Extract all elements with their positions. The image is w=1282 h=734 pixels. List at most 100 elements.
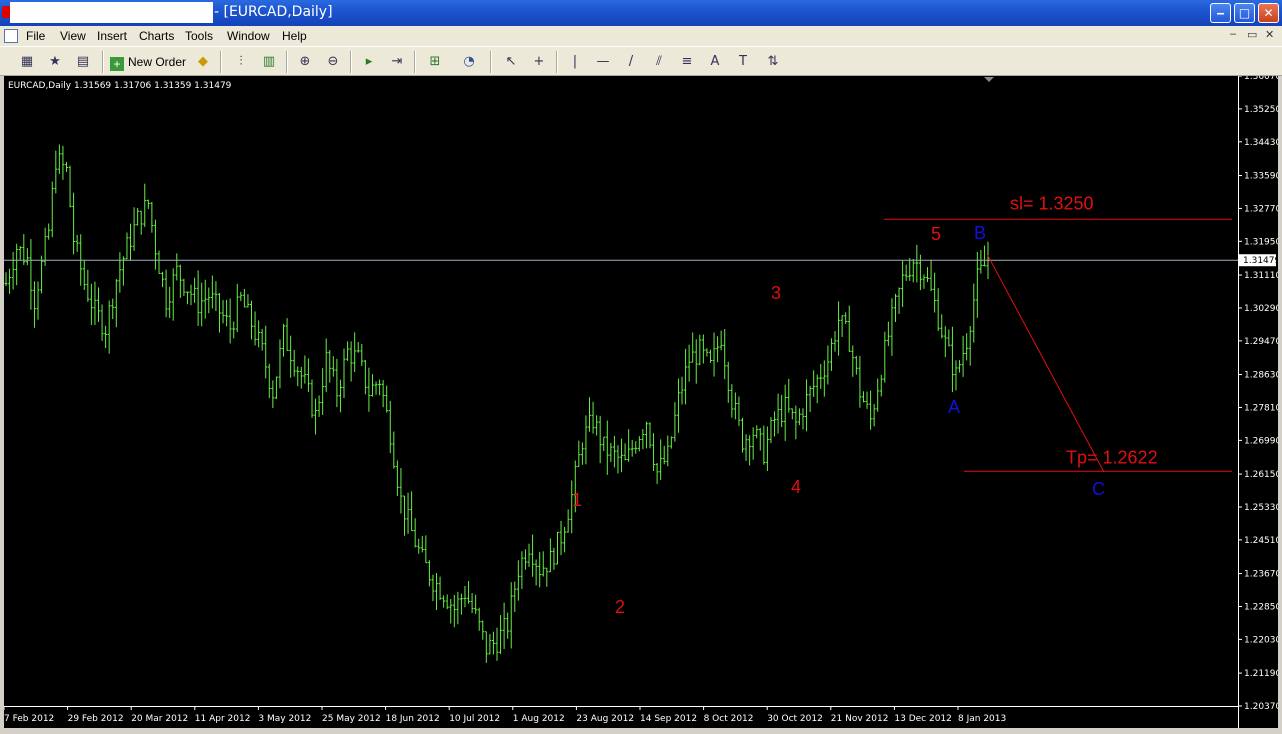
candlestick-icon[interactable]: ▥	[258, 52, 280, 72]
current-price-label: 1.31479	[1243, 256, 1278, 266]
toolbar-separator	[350, 51, 352, 73]
equidistant-channel-icon[interactable]: ⫽	[648, 52, 670, 72]
title-bar: - [EURCAD,Daily] ‒ □ ✕	[0, 0, 1282, 26]
maximize-button[interactable]: □	[1234, 3, 1255, 23]
new-chart-icon[interactable]: ▦	[16, 52, 38, 72]
y-tick-label: 1.21190	[1244, 669, 1278, 679]
text-label-icon[interactable]: T	[732, 52, 754, 72]
title-redaction	[10, 2, 213, 23]
wave-label-A: A	[948, 397, 960, 417]
wave-label-3: 3	[771, 283, 781, 303]
toolbar-separator	[286, 51, 288, 73]
arrows-icon[interactable]: ⇅	[762, 52, 784, 72]
y-tick-label: 1.22850	[1244, 602, 1278, 612]
x-tick-label: 20 Mar 2012	[131, 714, 188, 724]
y-tick-label: 1.26990	[1244, 436, 1278, 446]
new-order-icon: +	[110, 57, 124, 71]
x-tick-label: 8 Oct 2012	[704, 714, 754, 724]
toolbar-separator	[414, 51, 416, 73]
x-tick-label: 21 Nov 2012	[831, 714, 889, 724]
zoom-out-icon[interactable]: ⊖	[322, 52, 344, 72]
mdi-minimize-button[interactable]: –	[1230, 28, 1236, 40]
projection-trendline	[986, 253, 1105, 473]
indicators-icon[interactable]: ⊞	[424, 52, 446, 72]
x-tick-label: 30 Oct 2012	[767, 714, 823, 724]
y-tick-label: 1.33590	[1244, 172, 1278, 182]
menu-window[interactable]: Window	[227, 29, 270, 43]
x-tick-label: 7 Feb 2012	[4, 714, 54, 724]
x-tick-label: 11 Apr 2012	[195, 714, 251, 724]
new-order-label: New Order	[128, 55, 187, 69]
menu-charts[interactable]: Charts	[139, 29, 174, 43]
chart-window[interactable]: 1.36070 1.35250 1.34430 1.33590 1.32770 1.319…	[4, 76, 1278, 728]
document-icon[interactable]	[4, 29, 18, 43]
new-order-button[interactable]: + New Order	[110, 52, 186, 72]
toolbar-separator	[102, 51, 104, 73]
trendline-icon[interactable]: /	[620, 52, 642, 72]
wave-label-1: 1	[572, 490, 582, 510]
menu-tools[interactable]: Tools	[185, 29, 213, 43]
wave-label-C: C	[1092, 479, 1105, 499]
y-tick-label: 1.22030	[1244, 635, 1278, 645]
crosshair-icon[interactable]: +	[528, 52, 550, 72]
x-tick-label: 3 May 2012	[258, 714, 311, 724]
menu-file[interactable]: File	[26, 29, 45, 43]
profiles-icon[interactable]: ★	[44, 52, 66, 72]
mdi-close-button[interactable]: ✕	[1265, 28, 1274, 41]
menu-bar: File View Insert Charts Tools Window Hel…	[0, 26, 1282, 46]
x-tick-label: 10 Jul 2012	[449, 714, 500, 724]
toolbar-separator	[556, 51, 558, 73]
x-tick-label: 18 Jun 2012	[386, 714, 440, 724]
window-title: - [EURCAD,Daily]	[214, 4, 333, 20]
price-chart[interactable]: 1.36070 1.35250 1.34430 1.33590 1.32770 1.319…	[4, 76, 1278, 728]
y-tick-label: 1.28630	[1244, 371, 1278, 381]
autotrading-warning-icon[interactable]: ◆	[192, 52, 214, 72]
y-tick-label: 1.32770	[1244, 204, 1278, 214]
close-button[interactable]: ✕	[1258, 3, 1279, 23]
fibonacci-icon[interactable]: ≡	[676, 52, 698, 72]
x-tick-label: 14 Sep 2012	[640, 714, 697, 724]
autoscroll-icon[interactable]: ⇥	[386, 52, 408, 72]
x-tick-label: 8 Jan 2013	[958, 714, 1006, 724]
chart-shift-marker	[984, 77, 994, 82]
y-tick-label: 1.31950	[1244, 237, 1278, 247]
wave-label-4: 4	[791, 477, 801, 497]
x-tick-label: 13 Dec 2012	[894, 714, 952, 724]
toolbar: ▦ ★ ▤ + New Order ◆ ⫶ ▥ ⊕ ⊖ ▸ ⇥ ⊞ ◔ ↖ + |…	[0, 46, 1282, 115]
y-tick-label: 1.20370	[1244, 702, 1278, 712]
wave-label-2: 2	[615, 597, 625, 617]
y-tick-label: 1.31110	[1244, 271, 1278, 281]
x-tick-label: 29 Feb 2012	[68, 714, 124, 724]
x-tick-label: 23 Aug 2012	[576, 714, 634, 724]
market-watch-icon[interactable]: ▤	[72, 52, 94, 72]
y-tick-label: 1.29470	[1244, 337, 1278, 347]
toolbar-separator	[490, 51, 492, 73]
menu-view[interactable]: View	[60, 29, 86, 43]
y-tick-label: 1.26150	[1244, 470, 1278, 480]
horizontal-line-icon[interactable]: —	[592, 52, 614, 72]
mdi-restore-button[interactable]: ▭	[1247, 28, 1257, 41]
y-tick-label: 1.27810	[1244, 403, 1278, 413]
zoom-in-icon[interactable]: ⊕	[294, 52, 316, 72]
text-icon[interactable]: A	[704, 52, 726, 72]
take-profit-label: Tp= 1.2622	[1066, 447, 1158, 467]
x-tick-label: 25 May 2012	[322, 714, 381, 724]
y-tick-label: 1.34430	[1244, 138, 1278, 148]
stop-loss-label: sl= 1.3250	[1010, 193, 1094, 213]
y-tick-label: 1.23670	[1244, 570, 1278, 580]
wave-label-B: B	[974, 223, 986, 243]
menu-insert[interactable]: Insert	[97, 29, 127, 43]
bar-chart-icon[interactable]: ⫶	[230, 52, 252, 72]
toolbar-separator	[220, 51, 222, 73]
chart-shift-icon[interactable]: ▸	[358, 52, 380, 72]
periods-icon[interactable]: ◔	[458, 52, 480, 72]
y-tick-label: 1.25330	[1244, 503, 1278, 513]
wave-label-5: 5	[931, 224, 941, 244]
y-tick-label: 1.24510	[1244, 536, 1278, 546]
y-tick-label: 1.30290	[1244, 304, 1278, 314]
vertical-line-icon[interactable]: |	[564, 52, 586, 72]
minimize-button[interactable]: ‒	[1210, 3, 1231, 23]
cursor-icon[interactable]: ↖	[500, 52, 522, 72]
y-tick-label: 1.35250	[1244, 105, 1278, 115]
menu-help[interactable]: Help	[282, 29, 307, 43]
